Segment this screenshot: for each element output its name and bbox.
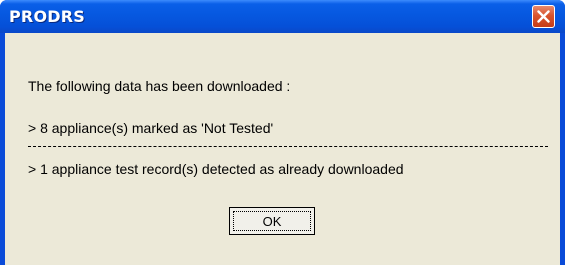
dialog-window: PRODRS The following data has been downl… (0, 0, 565, 265)
message-intro: The following data has been downloaded : (28, 78, 291, 94)
window-title: PRODRS (9, 7, 85, 26)
message-already-downloaded: > 1 appliance test record(s) detected as… (28, 161, 404, 177)
message-not-tested: > 8 appliance(s) marked as 'Not Tested' (28, 120, 274, 136)
close-button[interactable] (532, 5, 555, 28)
dialog-body: The following data has been downloaded :… (5, 33, 560, 265)
ok-button-label: OK (262, 213, 282, 229)
ok-button[interactable]: OK (229, 207, 315, 235)
dashed-separator (28, 146, 548, 147)
title-bar[interactable]: PRODRS (0, 0, 565, 33)
close-x-icon (537, 10, 550, 23)
